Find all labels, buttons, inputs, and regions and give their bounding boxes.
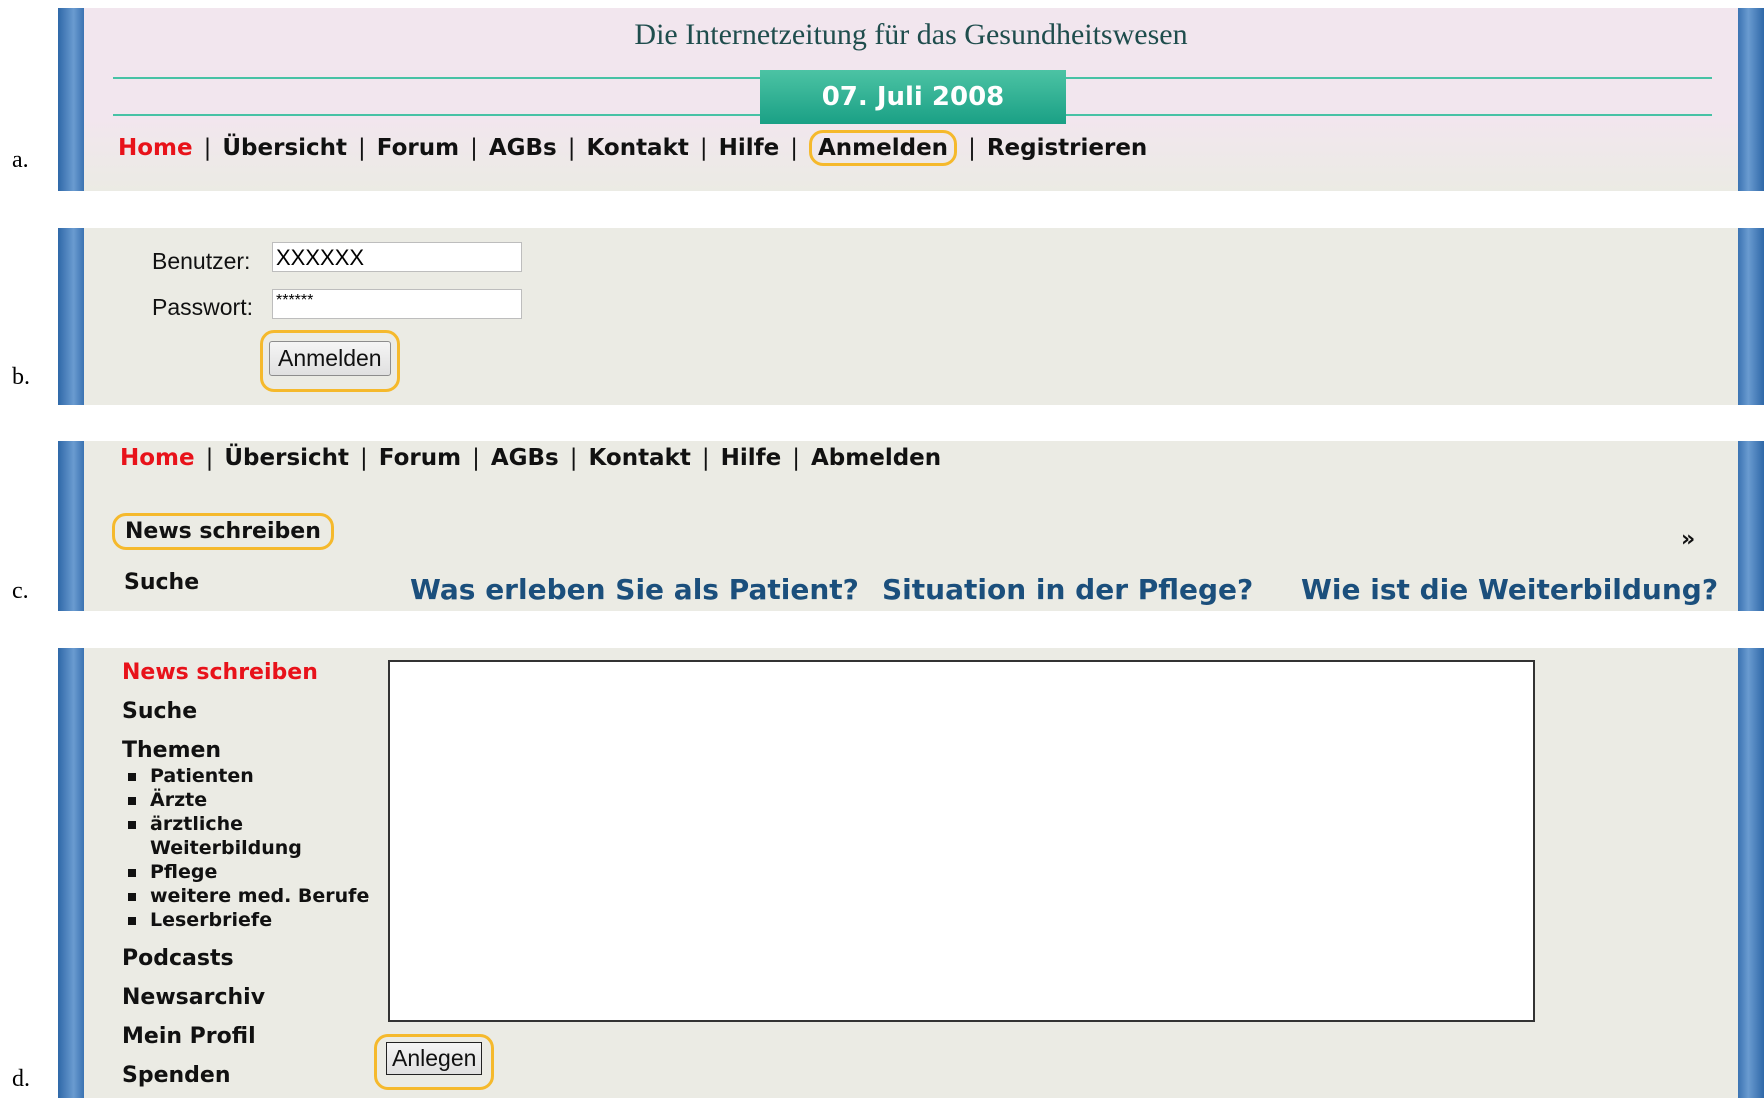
topic-pflege[interactable]: Pflege [122, 860, 369, 884]
create-button[interactable]: Anlegen [386, 1042, 483, 1075]
menu-profile[interactable]: Mein Profil [122, 1024, 369, 1049]
question-weiterbildung[interactable]: Wie ist die Weiterbildung? [1301, 573, 1718, 606]
user-input[interactable]: XXXXXX [272, 242, 522, 272]
nav-forum[interactable]: Forum [377, 135, 459, 161]
side-menu: News schreiben Suche Themen Patienten Är… [122, 660, 369, 1098]
search-link[interactable]: Suche [124, 570, 199, 595]
nav-agbs[interactable]: AGBs [491, 445, 559, 471]
menu-archive[interactable]: Newsarchiv [122, 985, 369, 1010]
compose-panel: News schreiben Suche Themen Patienten Är… [58, 648, 1764, 1098]
login-button[interactable]: Anmelden [269, 341, 391, 376]
date-banner: 07. Juli 2008 [760, 70, 1066, 124]
topic-leserbriefe[interactable]: Leserbriefe [122, 908, 369, 932]
nav-hilfe[interactable]: Hilfe [721, 445, 782, 471]
loggedin-panel: Home | Übersicht | Forum | AGBs | Kontakt | Hilfe |… [58, 441, 1764, 611]
nav-abmelden[interactable]: Abmelden [811, 445, 941, 471]
more-arrow[interactable]: » [1681, 527, 1695, 552]
topic-med-berufe[interactable]: weitere med. Berufe [122, 884, 369, 908]
nav-anmelden[interactable]: Anmelden [809, 130, 958, 166]
topic-aerzte[interactable]: Ärzte [122, 788, 369, 812]
topic-patienten[interactable]: Patienten [122, 764, 369, 788]
topic-weiterbildung[interactable]: ärztliche Weiterbildung [122, 812, 320, 860]
menu-topics[interactable]: Themen [122, 738, 369, 763]
main-nav: Home | Übersicht | Forum | AGBs | Kontakt | Hilfe |… [118, 130, 1147, 166]
nav-kontakt[interactable]: Kontakt [588, 445, 690, 471]
nav-forum[interactable]: Forum [379, 445, 461, 471]
nav-home[interactable]: Home [120, 445, 195, 471]
nav-kontakt[interactable]: Kontakt [586, 135, 688, 161]
nav-uebersicht[interactable]: Übersicht [224, 445, 349, 471]
news-textarea[interactable] [388, 660, 1535, 1022]
loggedin-nav: Home | Übersicht | Forum | AGBs | Kontakt | Hilfe |… [120, 445, 942, 471]
menu-news-write[interactable]: News schreiben [122, 660, 369, 685]
menu-donate[interactable]: Spenden [122, 1063, 369, 1088]
menu-search[interactable]: Suche [122, 699, 369, 724]
password-label: Passwort: [152, 294, 253, 320]
user-label: Benutzer: [152, 248, 251, 274]
header-panel: Die Internetzeitung für das Gesundheitsw… [58, 8, 1764, 191]
topics-list: Patienten Ärzte ärztliche Weiterbildung … [122, 764, 369, 932]
nav-uebersicht[interactable]: Übersicht [222, 135, 347, 161]
password-input[interactable]: ****** [272, 289, 522, 319]
login-panel: Benutzer: XXXXXX Passwort: ****** Anmeld… [58, 228, 1764, 405]
label-d: d. [12, 1066, 30, 1092]
label-b: b. [12, 364, 30, 390]
site-title: Die Internetzeitung für das Gesundheitsw… [634, 18, 1188, 51]
question-patient[interactable]: Was erleben Sie als Patient? [410, 573, 859, 606]
label-a: a. [12, 147, 29, 173]
nav-registrieren[interactable]: Registrieren [987, 135, 1147, 161]
nav-home[interactable]: Home [118, 135, 193, 161]
menu-podcasts[interactable]: Podcasts [122, 946, 369, 971]
nav-agbs[interactable]: AGBs [489, 135, 557, 161]
label-c: c. [12, 578, 29, 604]
question-pflege[interactable]: Situation in der Pflege? [882, 573, 1253, 606]
nav-hilfe[interactable]: Hilfe [719, 135, 780, 161]
news-write-link[interactable]: News schreiben [112, 513, 334, 550]
